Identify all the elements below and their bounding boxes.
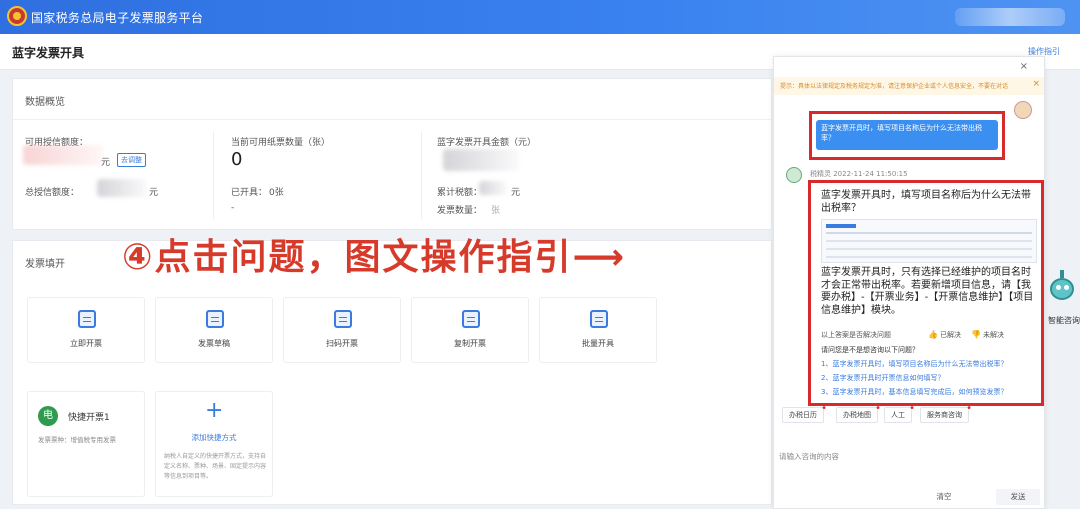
plus-icon: +: [205, 398, 224, 423]
tile-label: 批量开具: [582, 339, 614, 348]
overview-title: 数据概览: [25, 97, 65, 108]
chat-input[interactable]: 请输入咨询的内容: [779, 451, 839, 462]
tax-emblem-logo: [7, 6, 27, 26]
divider: [13, 119, 771, 120]
quick-badge: 电: [38, 406, 58, 426]
answer-highlight-box: 蓝字发票开具时，填写项目名称后为什么无法带出税率？ 蓝字发票开具时，只有选择已经…: [808, 180, 1044, 406]
paper-count-label: 当前可用纸票数量（张）: [231, 138, 331, 148]
user-avatar: [1014, 101, 1032, 119]
related-question[interactable]: 3、蓝字发票开具时，基本信息填写完成后，如何预览发票？: [821, 387, 1041, 397]
copy-icon: [462, 310, 480, 328]
invoice-count-label: 发票数量：: [437, 206, 483, 216]
amount-redacted: [443, 149, 519, 171]
assistant-label[interactable]: 智能咨询: [1048, 315, 1080, 326]
data-overview-card: 数据概览 可用授信额度： 元 去调整 总授信额度： 元 当前可用纸票数量（张） …: [12, 78, 772, 230]
adjust-credit-button[interactable]: 去调整: [117, 153, 146, 167]
highlight-box: 蓝字发票开具时，填写项目名称后为什么无法带出税率？: [809, 111, 1005, 160]
chip-tax-calendar[interactable]: 办税日历: [782, 402, 827, 423]
send-button[interactable]: 发送: [996, 489, 1040, 505]
tax-label: 累计税额：: [437, 188, 483, 198]
batch-icon: [590, 310, 608, 328]
amount-label: 蓝字发票开具金额（元）: [437, 138, 537, 148]
tile-label: 扫码开票: [326, 339, 358, 348]
thumbs-up-icon: 👍: [928, 330, 938, 339]
tutorial-annotation: ④点击问题，图文操作指引⟶: [122, 237, 627, 278]
total-credit-unit: 元: [149, 188, 159, 198]
bot-avatar: [786, 167, 802, 183]
issued-sub: -: [231, 203, 235, 213]
related-question[interactable]: 1、蓝字发票开具时，填写项目名称后为什么无法带出税率？: [821, 359, 1041, 369]
quick-invoice-card[interactable]: 电 快捷开票1 发票票种：增值税专用发票: [27, 391, 145, 497]
assistant-robot-icon[interactable]: [1046, 270, 1078, 310]
notice-close-icon[interactable]: ×: [1032, 79, 1040, 89]
available-credit-unit: 元: [101, 158, 111, 168]
site-title: 国家税务总局电子发票服务平台: [31, 11, 204, 25]
paper-count-value: 0: [231, 149, 243, 170]
thumbs-down-icon: 👎: [971, 330, 981, 339]
add-shortcut-desc: 纳税人自定义的快捷开票方式，支持自定义名称、票种、场景、固定提示内容等信息到项目…: [164, 453, 267, 480]
total-credit-redacted: [97, 179, 147, 197]
chip-tax-map[interactable]: 办税地图: [836, 402, 881, 423]
answer-screenshot-image[interactable]: [821, 219, 1037, 263]
tax-unit: 元: [511, 188, 521, 198]
user-info-redacted: [955, 8, 1065, 26]
tile-draft[interactable]: 发票草稿: [155, 297, 273, 363]
separator: [213, 131, 214, 219]
invoice-count-value: 张: [491, 206, 501, 216]
issued-value: 0张: [269, 188, 284, 198]
resolved-question: 以上答案是否解决问题: [821, 331, 891, 339]
answer-question: 蓝字发票开具时，填写项目名称后为什么无法带出税率？: [821, 190, 1031, 214]
qr-code-icon: [334, 310, 352, 328]
tile-label: 发票草稿: [198, 339, 230, 348]
chip-provider-consult[interactable]: 服务商咨询: [920, 402, 972, 423]
tile-scan[interactable]: 扫码开票: [283, 297, 401, 363]
quick-sub: 发票票种：增值税专用发票: [38, 436, 116, 444]
clear-button[interactable]: 清空: [922, 489, 966, 505]
notice-bar: 提示：具体以法律规定及税务规定为准，请注意保护企业或个人信息安全，不要在对话 ×: [774, 77, 1044, 95]
invoice-icon: [78, 310, 96, 328]
related-title: 请问您是不是想咨询以下问题？: [821, 346, 919, 354]
available-credit-redacted: [23, 145, 103, 165]
add-shortcut-card[interactable]: + 添加快捷方式 纳税人自定义的快捷开票方式，支持自定义名称、票种、场景、固定提…: [155, 391, 273, 497]
add-shortcut-label: 添加快捷方式: [191, 433, 237, 442]
chat-panel: × 提示：具体以法律规定及税务规定为准，请注意保护企业或个人信息安全，不要在对话…: [773, 56, 1045, 509]
separator: [421, 131, 422, 219]
tile-label: 立即开票: [70, 339, 102, 348]
top-header: 国家税务总局电子发票服务平台: [0, 0, 1080, 34]
notice-text: 提示：具体以法律规定及税务规定为准，请注意保护企业或个人信息安全，不要在对话: [780, 83, 1009, 90]
resolved-yes-button[interactable]: 👍 已解决: [928, 330, 961, 340]
close-icon[interactable]: ×: [1020, 61, 1028, 72]
answer-body: 蓝字发票开具时，只有选择已经维护的项目名时才会正常带出税率。若要新增项目信息，请…: [821, 267, 1034, 316]
page-title: 蓝字发票开具: [12, 46, 85, 60]
chip-human-agent[interactable]: 人工: [884, 402, 915, 423]
bot-meta: 税精灵 2022-11-24 11:50:15: [810, 170, 908, 178]
related-question[interactable]: 2、蓝字发票开具时开票信息如何填写？: [821, 373, 1041, 383]
issue-title: 发票填开: [25, 259, 65, 270]
quick-name: 快捷开票1: [68, 413, 110, 423]
tile-label: 复制开票: [454, 339, 486, 348]
issued-label: 已开具：: [231, 188, 268, 198]
resolved-no-button[interactable]: 👎 未解决: [971, 330, 1004, 340]
tile-issue-now[interactable]: 立即开票: [27, 297, 145, 363]
tile-copy[interactable]: 复制开票: [411, 297, 529, 363]
total-credit-label: 总授信额度：: [25, 188, 80, 198]
user-question-bubble[interactable]: 蓝字发票开具时，填写项目名称后为什么无法带出税率？: [816, 120, 998, 150]
tax-redacted: [479, 181, 507, 195]
draft-icon: [206, 310, 224, 328]
tile-batch[interactable]: 批量开具: [539, 297, 657, 363]
